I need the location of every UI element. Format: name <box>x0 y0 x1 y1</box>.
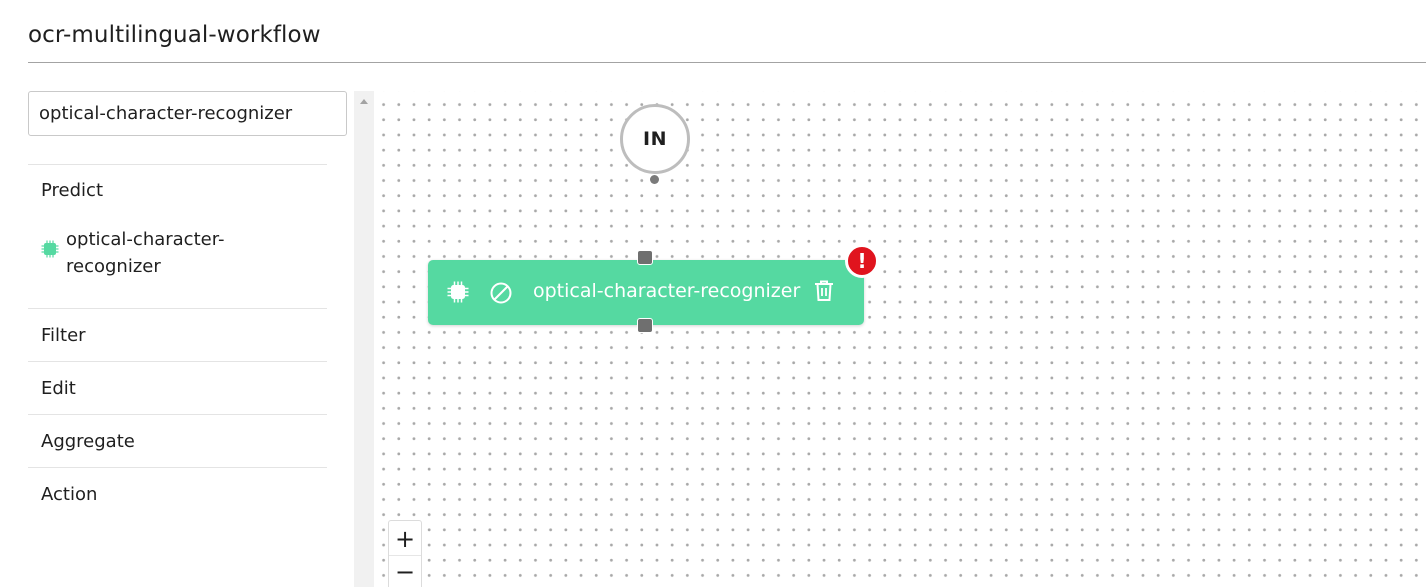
node-label: optical-character-recognizer <box>533 280 801 302</box>
node-type-label: optical-character-recognizer <box>66 229 225 277</box>
title-divider <box>28 62 1426 63</box>
chip-icon <box>447 281 469 303</box>
section-predict[interactable]: Predict <box>41 180 103 201</box>
workflow-node-ocr[interactable]: optical-character-recognizer <box>428 260 864 325</box>
divider <box>28 361 327 362</box>
trash-icon[interactable] <box>813 279 835 303</box>
zoom-in-button[interactable]: + <box>389 523 421 555</box>
section-aggregate[interactable]: Aggregate <box>41 431 135 452</box>
divider <box>28 414 327 415</box>
section-edit[interactable]: Edit <box>41 378 76 399</box>
section-action[interactable]: Action <box>41 484 97 505</box>
workflow-editor: ocr-multilingual-workflow Predict optica… <box>0 0 1426 587</box>
section-filter[interactable]: Filter <box>41 325 86 346</box>
divider <box>28 164 327 165</box>
node-output-port[interactable] <box>637 318 653 333</box>
input-node-output-port[interactable] <box>650 175 659 184</box>
divider <box>28 308 327 309</box>
chip-icon <box>41 240 59 258</box>
zoom-controls: + − <box>388 520 422 587</box>
workflow-canvas[interactable]: IN optical-character-recognizer ! + − <box>374 91 1426 587</box>
disable-icon[interactable] <box>489 281 513 305</box>
zoom-out-button[interactable]: − <box>389 555 421 587</box>
input-node[interactable]: IN <box>620 104 690 174</box>
node-input-port[interactable] <box>637 250 653 265</box>
scroll-up-arrow-icon[interactable] <box>360 99 368 104</box>
canvas-scrollbar[interactable] <box>354 91 374 587</box>
error-badge[interactable]: ! <box>845 244 879 278</box>
divider <box>28 467 327 468</box>
workflow-title: ocr-multilingual-workflow <box>28 22 321 48</box>
node-search-input[interactable] <box>28 91 347 136</box>
node-type-ocr[interactable]: optical-character-recognizer <box>41 226 311 282</box>
